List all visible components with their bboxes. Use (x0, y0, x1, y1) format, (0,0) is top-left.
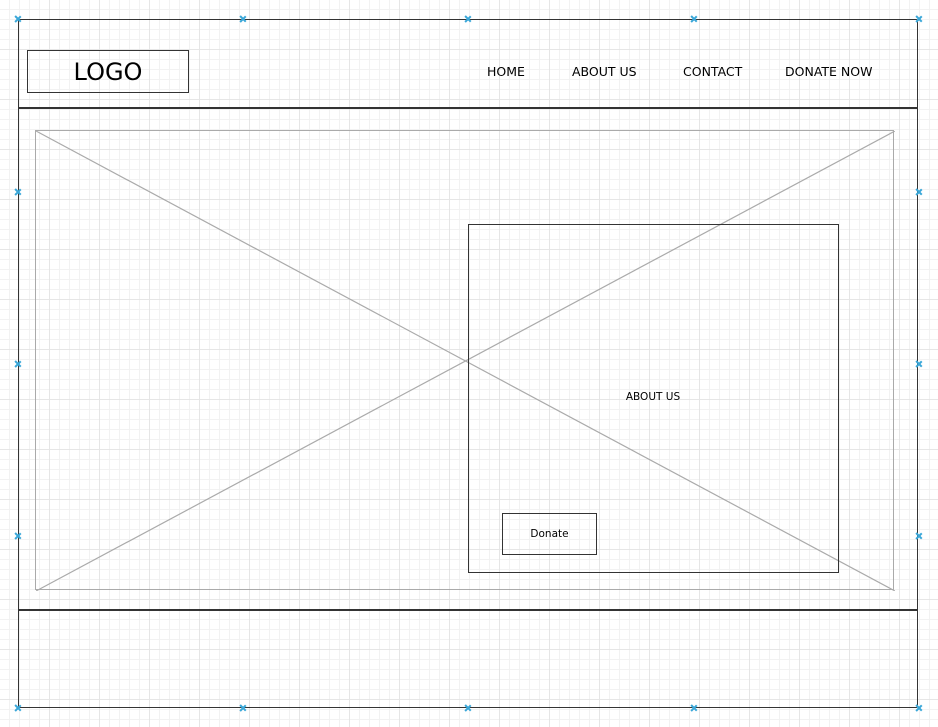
nav-donate-now[interactable]: DONATE NOW (785, 64, 872, 79)
selection-handle[interactable] (916, 361, 922, 367)
selection-handle[interactable] (691, 705, 697, 711)
selection-handle[interactable] (916, 16, 922, 22)
selection-handle[interactable] (916, 189, 922, 195)
selection-handle[interactable] (15, 705, 21, 711)
selection-handle[interactable] (465, 705, 471, 711)
selection-handle[interactable] (15, 361, 21, 367)
donate-button[interactable]: Donate (502, 513, 597, 555)
logo-text: LOGO (73, 57, 143, 86)
selection-handle[interactable] (15, 533, 21, 539)
nav-home[interactable]: HOME (487, 64, 525, 79)
header-divider (18, 107, 918, 109)
selection-handle[interactable] (15, 16, 21, 22)
selection-handle[interactable] (240, 705, 246, 711)
selection-handle[interactable] (916, 705, 922, 711)
selection-handle[interactable] (240, 16, 246, 22)
logo[interactable]: LOGO (27, 50, 189, 93)
selection-handle[interactable] (465, 16, 471, 22)
nav-about-us[interactable]: ABOUT US (572, 64, 637, 79)
selection-handle[interactable] (916, 533, 922, 539)
about-us-panel: ABOUT US Donate (468, 224, 839, 573)
nav-contact[interactable]: CONTACT (683, 64, 742, 79)
donate-button-label: Donate (530, 528, 569, 540)
selection-handle[interactable] (691, 16, 697, 22)
selection-handle[interactable] (15, 189, 21, 195)
footer-divider (18, 609, 918, 611)
about-us-title: ABOUT US (625, 391, 681, 403)
